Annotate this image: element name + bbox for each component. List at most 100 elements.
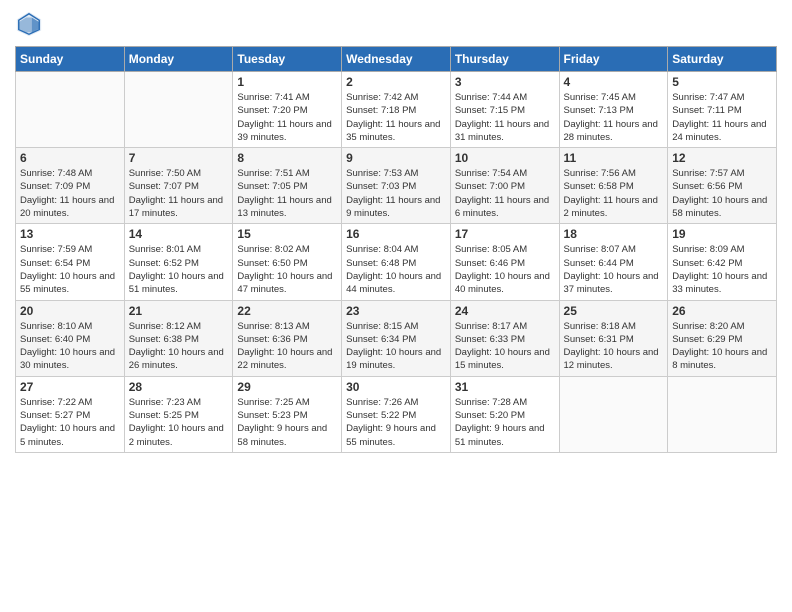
day-cell-14: 14 Sunrise: 8:01 AM Sunset: 6:52 PM Dayli… xyxy=(124,224,233,300)
day-number: 27 xyxy=(20,380,120,394)
day-cell-24: 24Sunrise: 8:17 AM Sunset: 6:33 PM Dayli… xyxy=(450,300,559,376)
day-info: Sunrise: 7:50 AM Sunset: 7:07 PM Dayligh… xyxy=(129,167,229,220)
day-info: Sunrise: 7:25 AM Sunset: 5:23 PM Dayligh… xyxy=(237,396,337,449)
day-cell-9: 9Sunrise: 7:53 AM Sunset: 7:03 PM Daylig… xyxy=(342,148,451,224)
day-cell-20: 20Sunrise: 8:10 AM Sunset: 6:40 PM Dayli… xyxy=(16,300,125,376)
day-number: 10 xyxy=(455,151,555,165)
day-info: Sunrise: 7:56 AM Sunset: 6:58 PM Dayligh… xyxy=(564,167,664,220)
day-cell-25: 25 Sunrise: 8:18 AM Sunset: 6:31 PM Dayli… xyxy=(559,300,668,376)
day-cell-23: 23Sunrise: 8:15 AM Sunset: 6:34 PM Dayli… xyxy=(342,300,451,376)
logo-icon xyxy=(15,10,43,38)
day-cell-21: 21 Sunrise: 8:12 AM Sunset: 6:38 PM Dayli… xyxy=(124,300,233,376)
header-cell-friday: Friday xyxy=(559,47,668,72)
day-number: 7 xyxy=(129,151,229,165)
day-info: Sunrise: 8:18 AM Sunset: 6:31 PM Dayligh… xyxy=(564,320,664,373)
day-number: 4 xyxy=(564,75,664,89)
logo xyxy=(15,10,47,38)
day-cell-6: 6 Sunrise: 7:48 AM Sunset: 7:09 PM Daylig… xyxy=(16,148,125,224)
day-number: 13 xyxy=(20,227,120,241)
day-number: 23 xyxy=(346,304,446,318)
day-cell-29: 29 Sunrise: 7:25 AM Sunset: 5:23 PM Dayli… xyxy=(233,376,342,452)
page: SundayMondayTuesdayWednesdayThursdayFrid… xyxy=(0,0,792,612)
day-info: Sunrise: 7:26 AM Sunset: 5:22 PM Dayligh… xyxy=(346,396,446,449)
day-cell-26: 26 Sunrise: 8:20 AM Sunset: 6:29 PM Dayli… xyxy=(668,300,777,376)
header-cell-sunday: Sunday xyxy=(16,47,125,72)
day-info: Sunrise: 7:22 AM Sunset: 5:27 PM Dayligh… xyxy=(20,396,120,449)
day-info: Sunrise: 7:41 AM Sunset: 7:20 PM Dayligh… xyxy=(237,91,337,144)
header-cell-wednesday: Wednesday xyxy=(342,47,451,72)
day-info: Sunrise: 8:09 AM Sunset: 6:42 PM Dayligh… xyxy=(672,243,772,296)
day-info: Sunrise: 8:05 AM Sunset: 6:46 PM Dayligh… xyxy=(455,243,555,296)
day-info: Sunrise: 8:17 AM Sunset: 6:33 PM Dayligh… xyxy=(455,320,555,373)
day-number: 21 xyxy=(129,304,229,318)
day-number: 26 xyxy=(672,304,772,318)
day-cell-10: 10 Sunrise: 7:54 AM Sunset: 7:00 PM Dayli… xyxy=(450,148,559,224)
week-row-3: 13Sunrise: 7:59 AM Sunset: 6:54 PM Dayli… xyxy=(16,224,777,300)
day-cell-31: 31 Sunrise: 7:28 AM Sunset: 5:20 PM Dayli… xyxy=(450,376,559,452)
day-number: 19 xyxy=(672,227,772,241)
day-info: Sunrise: 7:47 AM Sunset: 7:11 PM Dayligh… xyxy=(672,91,772,144)
day-cell-19: 19 Sunrise: 8:09 AM Sunset: 6:42 PM Dayli… xyxy=(668,224,777,300)
day-info: Sunrise: 7:42 AM Sunset: 7:18 PM Dayligh… xyxy=(346,91,446,144)
day-info: Sunrise: 8:02 AM Sunset: 6:50 PM Dayligh… xyxy=(237,243,337,296)
day-info: Sunrise: 7:51 AM Sunset: 7:05 PM Dayligh… xyxy=(237,167,337,220)
day-number: 2 xyxy=(346,75,446,89)
day-cell-17: 17 Sunrise: 8:05 AM Sunset: 6:46 PM Dayli… xyxy=(450,224,559,300)
day-cell-22: 22Sunrise: 8:13 AM Sunset: 6:36 PM Dayli… xyxy=(233,300,342,376)
day-cell-4: 4 Sunrise: 7:45 AM Sunset: 7:13 PM Daylig… xyxy=(559,72,668,148)
day-number: 17 xyxy=(455,227,555,241)
header-cell-thursday: Thursday xyxy=(450,47,559,72)
day-number: 22 xyxy=(237,304,337,318)
header-cell-monday: Monday xyxy=(124,47,233,72)
day-number: 5 xyxy=(672,75,772,89)
day-info: Sunrise: 7:54 AM Sunset: 7:00 PM Dayligh… xyxy=(455,167,555,220)
day-info: Sunrise: 7:57 AM Sunset: 6:56 PM Dayligh… xyxy=(672,167,772,220)
day-cell-12: 12Sunrise: 7:57 AM Sunset: 6:56 PM Dayli… xyxy=(668,148,777,224)
day-number: 3 xyxy=(455,75,555,89)
day-cell-1: 1 Sunrise: 7:41 AM Sunset: 7:20 PM Daylig… xyxy=(233,72,342,148)
week-row-1: 1 Sunrise: 7:41 AM Sunset: 7:20 PM Daylig… xyxy=(16,72,777,148)
day-number: 8 xyxy=(237,151,337,165)
day-cell-28: 28Sunrise: 7:23 AM Sunset: 5:25 PM Dayli… xyxy=(124,376,233,452)
empty-cell xyxy=(124,72,233,148)
day-cell-5: 5 Sunrise: 7:47 AM Sunset: 7:11 PM Daylig… xyxy=(668,72,777,148)
day-cell-11: 11 Sunrise: 7:56 AM Sunset: 6:58 PM Dayli… xyxy=(559,148,668,224)
day-info: Sunrise: 7:45 AM Sunset: 7:13 PM Dayligh… xyxy=(564,91,664,144)
day-info: Sunrise: 7:28 AM Sunset: 5:20 PM Dayligh… xyxy=(455,396,555,449)
day-info: Sunrise: 7:48 AM Sunset: 7:09 PM Dayligh… xyxy=(20,167,120,220)
day-number: 18 xyxy=(564,227,664,241)
empty-cell xyxy=(559,376,668,452)
day-cell-16: 16 Sunrise: 8:04 AM Sunset: 6:48 PM Dayli… xyxy=(342,224,451,300)
header-row: SundayMondayTuesdayWednesdayThursdayFrid… xyxy=(16,47,777,72)
day-cell-2: 2 Sunrise: 7:42 AM Sunset: 7:18 PM Daylig… xyxy=(342,72,451,148)
day-cell-18: 18 Sunrise: 8:07 AM Sunset: 6:44 PM Dayli… xyxy=(559,224,668,300)
day-cell-15: 15Sunrise: 8:02 AM Sunset: 6:50 PM Dayli… xyxy=(233,224,342,300)
day-info: Sunrise: 8:01 AM Sunset: 6:52 PM Dayligh… xyxy=(129,243,229,296)
day-number: 25 xyxy=(564,304,664,318)
day-info: Sunrise: 8:04 AM Sunset: 6:48 PM Dayligh… xyxy=(346,243,446,296)
day-number: 16 xyxy=(346,227,446,241)
day-number: 6 xyxy=(20,151,120,165)
day-info: Sunrise: 8:12 AM Sunset: 6:38 PM Dayligh… xyxy=(129,320,229,373)
day-number: 31 xyxy=(455,380,555,394)
calendar-table: SundayMondayTuesdayWednesdayThursdayFrid… xyxy=(15,46,777,453)
header xyxy=(15,10,777,38)
day-cell-3: 3 Sunrise: 7:44 AM Sunset: 7:15 PM Daylig… xyxy=(450,72,559,148)
day-cell-27: 27 Sunrise: 7:22 AM Sunset: 5:27 PM Dayli… xyxy=(16,376,125,452)
week-row-2: 6 Sunrise: 7:48 AM Sunset: 7:09 PM Daylig… xyxy=(16,148,777,224)
week-row-4: 20Sunrise: 8:10 AM Sunset: 6:40 PM Dayli… xyxy=(16,300,777,376)
day-cell-7: 7 Sunrise: 7:50 AM Sunset: 7:07 PM Daylig… xyxy=(124,148,233,224)
day-info: Sunrise: 8:10 AM Sunset: 6:40 PM Dayligh… xyxy=(20,320,120,373)
day-info: Sunrise: 8:07 AM Sunset: 6:44 PM Dayligh… xyxy=(564,243,664,296)
day-number: 29 xyxy=(237,380,337,394)
day-info: Sunrise: 7:23 AM Sunset: 5:25 PM Dayligh… xyxy=(129,396,229,449)
calendar-body: 1 Sunrise: 7:41 AM Sunset: 7:20 PM Daylig… xyxy=(16,72,777,453)
day-number: 1 xyxy=(237,75,337,89)
day-info: Sunrise: 7:44 AM Sunset: 7:15 PM Dayligh… xyxy=(455,91,555,144)
day-number: 9 xyxy=(346,151,446,165)
day-number: 11 xyxy=(564,151,664,165)
day-number: 14 xyxy=(129,227,229,241)
day-number: 30 xyxy=(346,380,446,394)
day-info: Sunrise: 8:20 AM Sunset: 6:29 PM Dayligh… xyxy=(672,320,772,373)
week-row-5: 27 Sunrise: 7:22 AM Sunset: 5:27 PM Dayli… xyxy=(16,376,777,452)
